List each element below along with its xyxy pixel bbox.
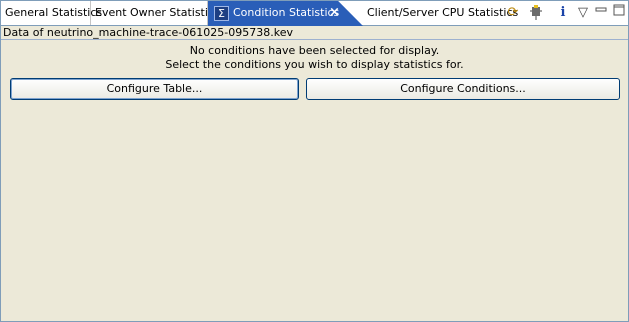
empty-state-message: No conditions have been selected for dis…	[1, 44, 628, 72]
trace-file-label: Data of neutrino_machine-trace-061025-09…	[1, 26, 628, 40]
sync-icon[interactable]: ⟳	[504, 4, 522, 22]
tab-event-owner-statistics[interactable]: Event Owner Statistics	[91, 1, 220, 25]
tab-bar: General Statistics Event Owner Statistic…	[1, 1, 628, 26]
message-line-1: No conditions have been selected for dis…	[189, 44, 440, 57]
configure-conditions-button[interactable]: Configure Conditions...	[306, 78, 620, 100]
sigma-icon: Σ	[214, 5, 229, 21]
configure-table-button[interactable]: Configure Table...	[10, 78, 299, 100]
minimize-icon[interactable]	[592, 4, 610, 22]
tab-general-statistics[interactable]: General Statistics	[1, 1, 102, 25]
tab-label: Client/Server CPU Statistics	[367, 6, 519, 19]
info-icon[interactable]: i	[554, 4, 572, 22]
close-icon[interactable]: ×	[329, 1, 340, 25]
tab-label: General Statistics	[5, 6, 103, 19]
tab-label: Event Owner Statistics	[95, 6, 220, 19]
statistics-view: General Statistics Event Owner Statistic…	[0, 0, 629, 322]
view-menu-icon[interactable]: ▽	[574, 4, 592, 22]
pin-icon[interactable]	[527, 4, 545, 22]
tab-client-server-cpu-statistics[interactable]: Client/Server CPU Statistics	[363, 1, 518, 25]
message-line-2: Select the conditions you wish to displa…	[165, 58, 464, 71]
tab-label: Condition Statistics	[233, 6, 340, 19]
tab-condition-statistics[interactable]: Σ Condition Statistics ×	[208, 1, 363, 26]
maximize-icon[interactable]	[610, 4, 628, 22]
